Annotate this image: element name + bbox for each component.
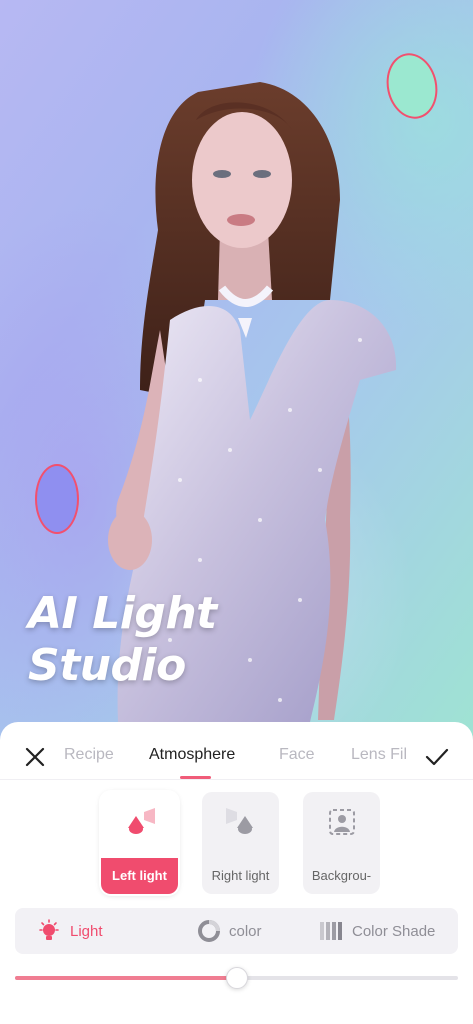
mode-color-shade[interactable]: Color Shade: [319, 908, 435, 954]
active-tab-indicator: [180, 776, 211, 779]
mode-color-shade-label: Color Shade: [352, 922, 436, 940]
left-light-label: Left light: [101, 858, 178, 894]
intensity-slider[interactable]: [15, 967, 458, 989]
close-icon: [25, 747, 45, 767]
mode-light[interactable]: Light: [37, 908, 103, 954]
photo-canvas: AI Light Studio: [0, 0, 473, 740]
light-type-options: Left light Right light Backgrou-: [0, 790, 473, 900]
mode-color-label: color: [229, 922, 262, 940]
mode-light-label: Light: [70, 922, 103, 940]
right-light-label: Right light: [211, 868, 270, 883]
slider-fill: [15, 976, 237, 980]
confirm-button[interactable]: [424, 744, 450, 770]
tab-atmosphere[interactable]: Atmosphere: [149, 746, 235, 764]
background-light-option[interactable]: Backgrou-: [303, 792, 380, 894]
slider-knob[interactable]: [225, 967, 248, 989]
right-light-option[interactable]: Right light: [202, 792, 279, 894]
category-tab-bar: Recipe Atmosphere Face Lens Fil: [0, 722, 473, 780]
background-light-label: Backgrou-: [311, 868, 372, 883]
tab-lens-filter[interactable]: Lens Fil: [351, 746, 411, 764]
adjustment-mode-bar: Light color Color Shade: [15, 908, 458, 954]
ai-light-studio-watermark: AI Light Studio: [28, 588, 217, 692]
bulb-icon: [39, 919, 59, 940]
tab-recipe[interactable]: Recipe: [64, 746, 114, 764]
color-wheel-icon: [198, 920, 220, 942]
light-source-handle-left[interactable]: [35, 464, 79, 534]
right-light-icon: [225, 808, 253, 834]
shade-bars-icon: [320, 922, 342, 940]
left-light-icon: [127, 808, 155, 834]
watermark-line-2: Studio: [28, 640, 186, 691]
check-icon: [425, 748, 449, 766]
mode-color[interactable]: color: [198, 908, 262, 954]
close-button[interactable]: [22, 744, 48, 770]
tab-face[interactable]: Face: [279, 746, 315, 764]
background-light-icon: [328, 809, 355, 835]
edit-panel: Recipe Atmosphere Face Lens Fil Left lig…: [0, 722, 473, 1024]
left-light-option[interactable]: Left light: [101, 792, 178, 894]
watermark-line-1: AI Light: [28, 588, 217, 639]
